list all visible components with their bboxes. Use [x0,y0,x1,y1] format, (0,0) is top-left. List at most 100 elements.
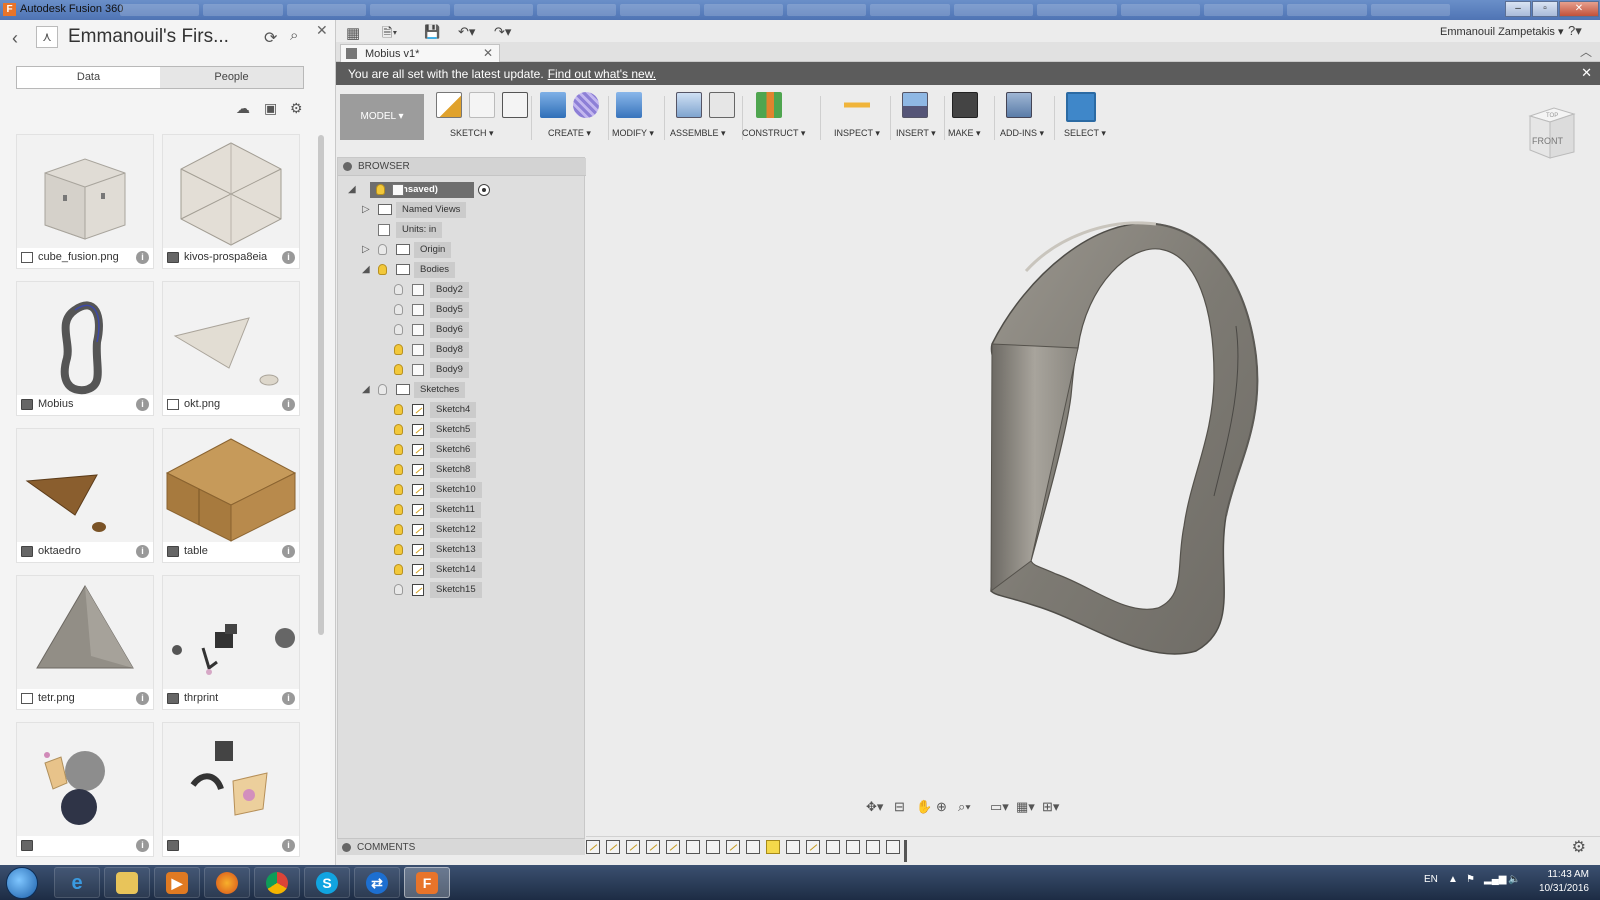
tree-node-sketch[interactable]: Sketch15 [390,582,490,598]
modify-group[interactable]: MODIFY ▾ [612,92,664,144]
sketch-group[interactable]: SKETCH ▾ [436,92,529,144]
zoom-icon[interactable]: ⊕ [936,799,947,815]
start-button[interactable] [6,867,38,899]
timeline-marker[interactable] [904,840,907,862]
file-card[interactable]: oktaedro i [16,428,154,563]
lightbulb-icon[interactable] [394,364,403,375]
minimize-button[interactable]: – [1505,1,1531,17]
insert-group[interactable]: INSERT ▾ [896,92,942,144]
file-card[interactable]: kivos-prospa8eia i [162,134,300,269]
timeline-sketch-icon[interactable] [626,840,640,854]
lightbulb-icon[interactable] [394,484,403,495]
lightbulb-icon[interactable] [376,184,385,195]
comments-panel[interactable]: COMMENTS [337,838,585,855]
timeline-selected-feature-icon[interactable] [766,840,780,854]
add-ins-menu-label[interactable]: ADD-INS ▾ [1000,128,1044,139]
close-icon[interactable]: ✕ [316,22,328,39]
info-icon[interactable]: i [282,545,295,558]
collapsed-triangle-icon[interactable]: ▷ [362,204,370,215]
construct-menu-label[interactable]: CONSTRUCT ▾ [742,128,805,139]
timeline-loft-icon[interactable] [706,840,720,854]
lightbulb-icon[interactable] [394,344,403,355]
settings-gear-icon[interactable]: ⚙ [290,100,303,117]
timeline-split-icon[interactable] [826,840,840,854]
help-icon[interactable]: ?▾ [1568,23,1582,39]
taskbar-chrome[interactable] [254,867,300,898]
file-card[interactable]: i [16,722,154,857]
info-icon[interactable]: i [136,839,149,852]
sketch-menu-label[interactable]: SKETCH ▾ [450,128,494,139]
3d-viewport[interactable] [586,146,1600,836]
expand-comments-icon[interactable] [342,843,351,852]
tree-node-sketch[interactable]: Sketch12 [390,522,490,538]
joint-icon[interactable] [709,92,736,118]
lightbulb-icon[interactable] [394,444,403,455]
tree-node-sketch[interactable]: Sketch11 [390,502,490,518]
select-group[interactable]: SELECT ▾ [1064,92,1106,144]
action-center-flag-icon[interactable]: ⚑ [1466,874,1475,885]
tree-node-sketch[interactable]: Sketch14 [390,562,490,578]
data-panel-grid-icon[interactable]: ▦ [346,24,360,42]
new-component-icon[interactable] [676,92,702,118]
network-signal-icon[interactable]: ▂▄▆ [1484,874,1506,885]
timeline-loft-icon[interactable] [686,840,700,854]
tree-node-bodies[interactable]: ◢ Bodies [362,262,562,278]
tree-node-sketch[interactable]: Sketch6 [390,442,490,458]
window-close-button[interactable]: ✕ [1559,1,1599,17]
language-indicator[interactable]: EN [1424,874,1438,885]
inspect-menu-label[interactable]: INSPECT ▾ [834,128,880,139]
timeline-sketch-icon[interactable] [586,840,600,854]
browser-header[interactable]: BROWSER [338,158,586,176]
modify-menu-label[interactable]: MODIFY ▾ [612,128,654,139]
timeline-combine-icon[interactable] [846,840,860,854]
extrude-icon[interactable] [540,92,566,118]
save-icon[interactable]: 💾 [424,24,440,40]
tree-root-node[interactable]: ◢ (Unsaved) [348,182,578,198]
info-icon[interactable]: i [136,251,149,264]
3d-print-icon[interactable] [952,92,978,118]
tree-node-sketch[interactable]: Sketch5 [390,422,490,438]
timeline-sketch-icon[interactable] [806,840,820,854]
activate-component-icon[interactable] [478,184,490,196]
offset-plane-icon[interactable] [756,92,782,118]
workspace-switcher[interactable]: MODEL ▾ [340,94,424,140]
scripts-addins-icon[interactable] [1006,92,1032,118]
close-tab-icon[interactable]: ✕ [483,46,493,60]
collapsed-triangle-icon[interactable]: ▷ [362,244,370,255]
tree-node-units[interactable]: Units: in [362,222,562,238]
taskbar-teamviewer[interactable]: ⇄ [354,867,400,898]
file-card[interactable]: i [162,722,300,857]
taskbar-media-player[interactable]: ▶ [154,867,200,898]
timeline-sketch-icon[interactable] [606,840,620,854]
taskbar-skype[interactable]: S [304,867,350,898]
search-icon[interactable]: ⌕ [290,27,298,44]
rectangle-tool-icon[interactable] [502,92,529,118]
lightbulb-icon[interactable] [394,284,403,295]
taskbar-ie[interactable]: e [54,867,100,898]
new-folder-icon[interactable]: ▣ [264,100,277,117]
back-icon[interactable]: ‹ [12,28,18,49]
orbit-icon[interactable]: ✥▾ [866,799,883,815]
file-card[interactable]: Mobius i [16,281,154,416]
pan-hand-icon[interactable]: ✋ [916,799,932,815]
look-at-icon[interactable]: ⊟ [894,799,905,815]
show-hidden-icons-icon[interactable]: ▲ [1448,874,1458,885]
tree-node-sketch[interactable]: Sketch4 [390,402,490,418]
lightbulb-icon[interactable] [378,384,387,395]
assemble-group[interactable]: ASSEMBLE ▾ [670,92,740,144]
data-panel-scrollbar[interactable] [318,135,324,635]
timeline-sketch-icon[interactable] [646,840,660,854]
lightbulb-icon[interactable] [394,424,403,435]
lightbulb-icon[interactable] [394,404,403,415]
form-icon[interactable] [573,92,600,118]
taskbar-explorer[interactable] [104,867,150,898]
inspect-group[interactable]: INSPECT ▾ [834,92,884,144]
clock-time[interactable]: 11:43 AM [1535,869,1589,880]
measure-icon[interactable] [844,92,870,118]
info-icon[interactable]: i [282,839,295,852]
document-tab[interactable]: Mobius v1* ✕ [340,44,500,62]
chevron-up-icon[interactable]: ︿ [1580,43,1592,60]
maximize-button[interactable]: ▫ [1532,1,1558,17]
line-tool-icon[interactable] [469,92,496,118]
info-icon[interactable]: i [282,251,295,264]
